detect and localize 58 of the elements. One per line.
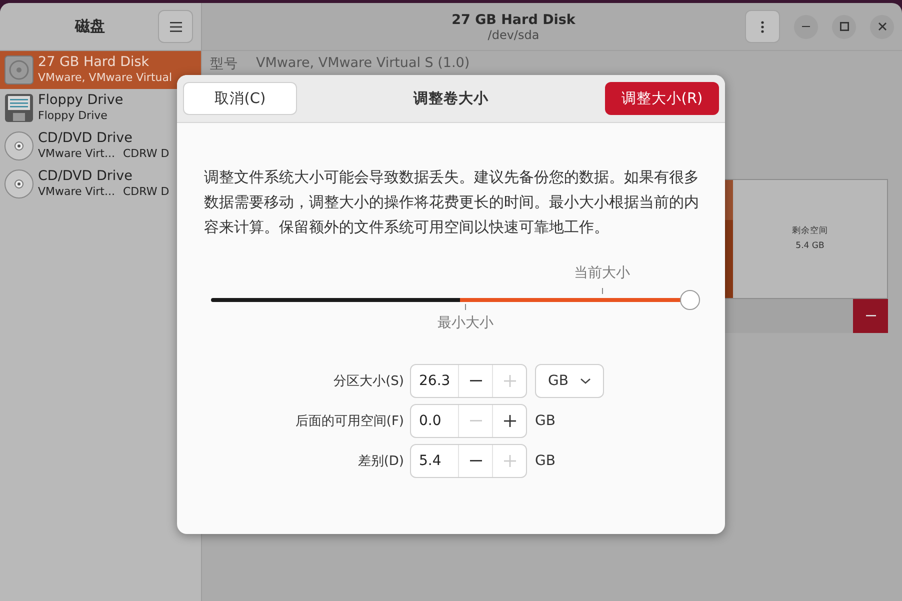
number-input[interactable]: 0.0 xyxy=(411,405,459,437)
minimize-icon xyxy=(802,26,810,28)
field-label: 后面的可用空间(F) xyxy=(295,413,404,430)
more-icon xyxy=(761,20,764,32)
dialog-title: 调整卷大小 xyxy=(414,90,488,108)
warning-message: 调整文件系统大小可能会导致数据丢失。建议先备份您的数据。如果有很多数据需要移动，调整大小的操作将花费更长的时间。最小大小根据当前的内容来计算。保留额外的文件系统可用空间以快速可靠地工作。 xyxy=(204,167,699,238)
drive-detail: Floppy Drive xyxy=(38,108,108,123)
size-slider[interactable] xyxy=(211,290,700,310)
resize-button[interactable]: 调整大小(R) xyxy=(605,82,719,115)
device-path: /dev/sda xyxy=(488,28,540,42)
drive-item[interactable]: CD/DVD Drive VMware Virt... CDRW D xyxy=(0,165,201,203)
drive-detail: VMware Virt... CDRW D xyxy=(38,184,170,199)
free-space-segment[interactable]: 剩余空间 5.4 GB xyxy=(733,180,887,298)
unit-label: GB xyxy=(534,453,556,469)
drive-name: CD/DVD Drive xyxy=(38,169,134,184)
drive-item[interactable]: 27 GB Hard Disk VMware, VMware Virtual xyxy=(0,51,201,89)
free-space-size: 5.4 GB xyxy=(796,241,824,251)
minimize-button[interactable] xyxy=(794,14,818,38)
drive-name: 27 GB Hard Disk xyxy=(38,55,150,70)
model-label: 型号 xyxy=(210,55,238,73)
drive-detail: VMware, VMware Virtual xyxy=(38,70,172,85)
unit-dropdown[interactable]: GB xyxy=(535,364,604,398)
free-space-label: 剩余空间 xyxy=(792,225,828,237)
drive-name: CD/DVD Drive xyxy=(38,131,134,146)
maximize-icon xyxy=(840,22,848,31)
drive-item[interactable]: CD/DVD Drive VMware Virt... CDRW D xyxy=(0,127,201,165)
optical-disc-icon xyxy=(4,169,34,199)
minimum-size-tick xyxy=(465,304,466,310)
current-size-label: 当前大小 xyxy=(574,264,630,282)
cancel-button[interactable]: 取消(C) xyxy=(183,82,297,115)
drive-type: CDRW D xyxy=(122,185,170,198)
sidebar-title: 磁盘 xyxy=(74,17,106,36)
delete-partition-button[interactable] xyxy=(853,299,888,333)
maximize-button[interactable] xyxy=(832,14,856,38)
slider-thumb[interactable] xyxy=(680,290,700,310)
chevron-down-icon xyxy=(580,378,591,384)
disk-title: 27 GB Hard Disk xyxy=(452,12,576,28)
drive-name: Floppy Drive xyxy=(38,93,124,108)
number-field[interactable]: 26.3 xyxy=(410,364,527,398)
current-size-tick xyxy=(602,288,604,294)
number-input[interactable]: 5.4 xyxy=(411,445,459,477)
number-input[interactable]: 26.3 xyxy=(411,365,459,397)
minimum-size-label: 最小大小 xyxy=(437,314,494,332)
more-button[interactable] xyxy=(745,10,780,43)
drive-type: CDRW D xyxy=(122,147,170,160)
number-field[interactable]: 0.0 xyxy=(410,404,527,438)
field-label: 差别(D) xyxy=(358,453,404,470)
number-field[interactable]: 5.4 xyxy=(410,444,527,478)
close-button[interactable] xyxy=(870,14,894,38)
menu-button[interactable] xyxy=(158,10,193,43)
menu-icon xyxy=(170,22,182,32)
minus-icon xyxy=(866,315,876,317)
drive-detail: VMware Virt... CDRW D xyxy=(38,146,170,161)
unit-label: GB xyxy=(534,413,556,429)
optical-disc-icon xyxy=(4,131,34,161)
model-value: VMware, VMware Virtual S (1.0) xyxy=(256,55,470,73)
field-label: 分区大小(S) xyxy=(334,373,404,390)
close-icon xyxy=(878,22,886,31)
